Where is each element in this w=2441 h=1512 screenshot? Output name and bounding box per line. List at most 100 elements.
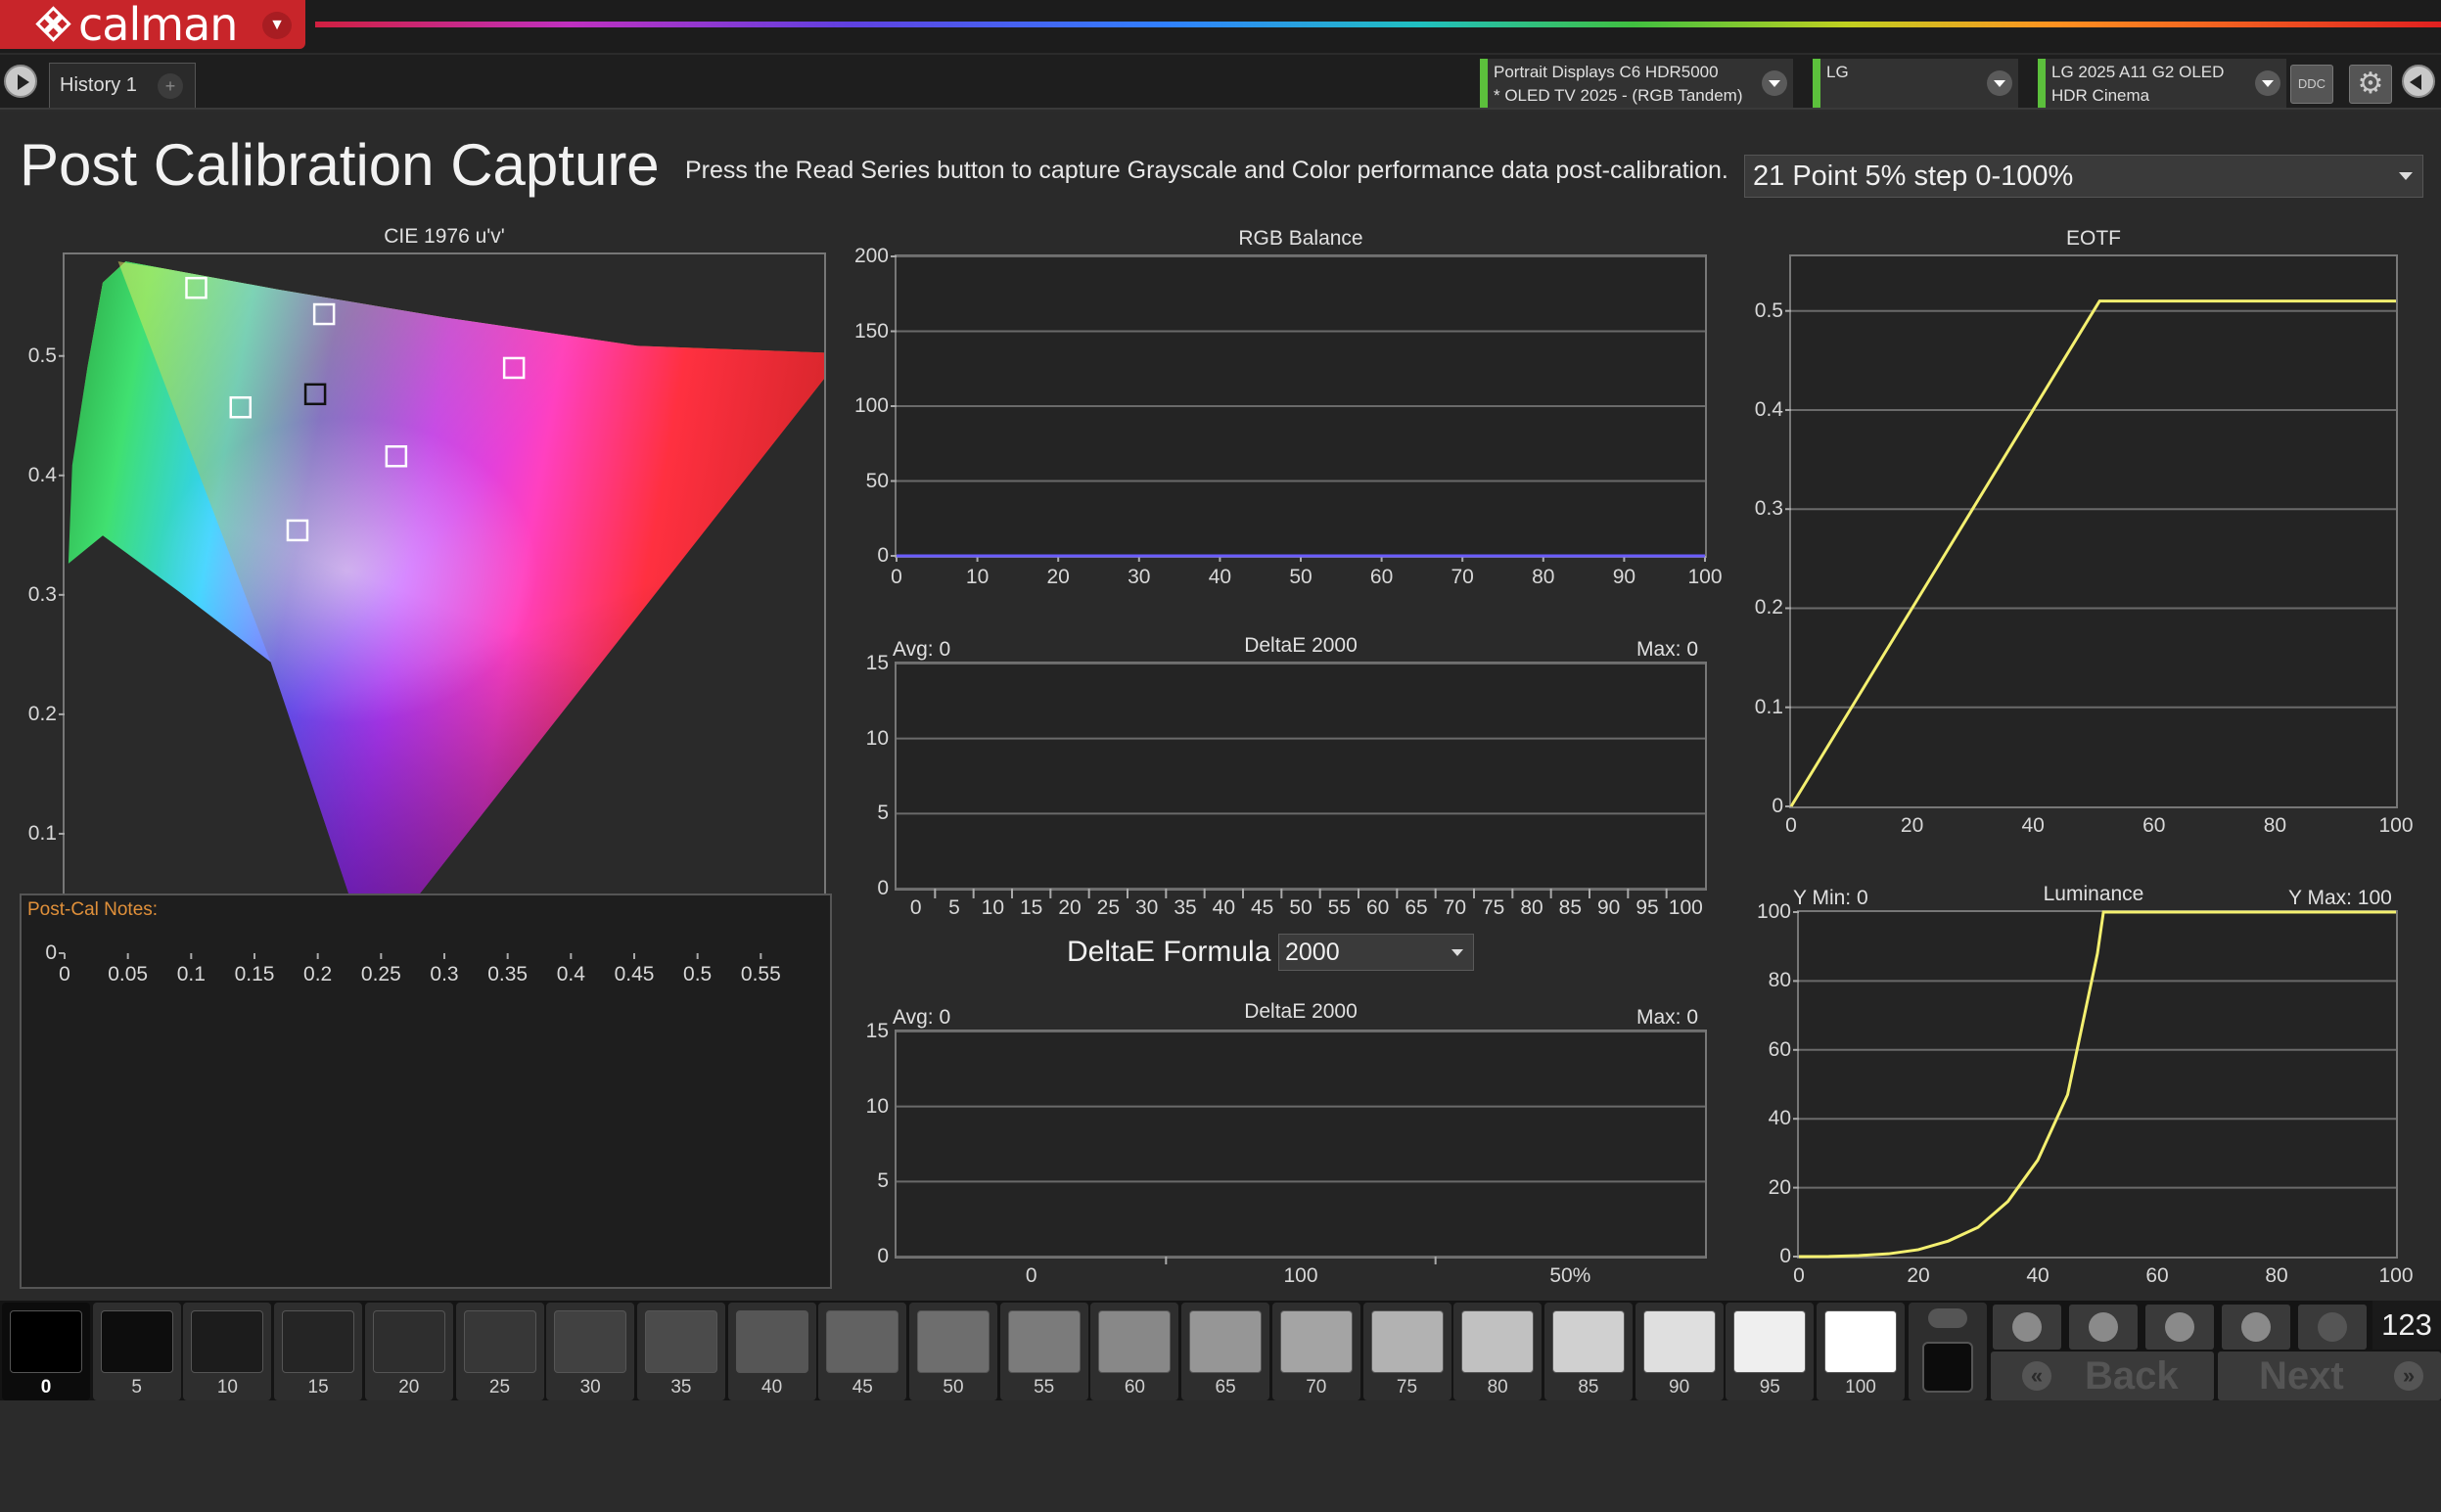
chevron-down-icon[interactable]: ▼	[262, 12, 292, 39]
swatch-80[interactable]: 80	[1453, 1303, 1543, 1400]
refresh-icon	[2318, 1312, 2347, 1342]
swatch-30[interactable]: 30	[546, 1303, 635, 1400]
swatch-90[interactable]: 90	[1635, 1303, 1724, 1400]
swatch-color	[735, 1310, 808, 1373]
gear-icon[interactable]: ⚙	[2349, 65, 2392, 104]
y-tick-label: 0.1	[1754, 695, 1783, 718]
x-tick-label: 10	[965, 566, 990, 588]
meter-device-select[interactable]: LG	[1813, 59, 2018, 108]
x-tick-label: 0.55	[740, 963, 781, 985]
source-device-select[interactable]: Portrait Displays C6 HDR5000 * OLED TV 2…	[1480, 59, 1793, 108]
swatch-40[interactable]: 40	[727, 1303, 816, 1400]
swatch-color	[1733, 1310, 1807, 1373]
swatch-70[interactable]: 70	[1271, 1303, 1360, 1400]
x-tick-label: 100	[1283, 1264, 1318, 1287]
swatch-15[interactable]: 15	[274, 1303, 363, 1400]
swatch-color	[554, 1310, 627, 1373]
y-tick-label: 0.2	[27, 702, 57, 725]
y-tick-label: 10	[865, 726, 889, 750]
app-menu-button[interactable]: calman ▼	[0, 0, 305, 49]
swatch-5[interactable]: 5	[92, 1303, 181, 1400]
stop-icon[interactable]	[1922, 1342, 1973, 1393]
y-tick-label: 150	[853, 319, 889, 343]
y-tick-label: 100	[1756, 900, 1791, 923]
x-tick-label: 80	[1532, 566, 1555, 588]
swatch-35[interactable]: 35	[636, 1303, 725, 1400]
x-tick-label: 20	[1907, 1264, 1930, 1287]
swatch-color	[1551, 1310, 1625, 1373]
play-sidebar-button[interactable]	[4, 65, 37, 98]
swatch-0[interactable]: 0	[2, 1303, 90, 1400]
y-tick-label: 60	[1768, 1037, 1791, 1061]
read-series-button[interactable]	[2069, 1305, 2138, 1350]
swatch-65[interactable]: 65	[1181, 1303, 1270, 1400]
swatch-55[interactable]: 55	[999, 1303, 1088, 1400]
display-device-select[interactable]: LG 2025 A11 G2 OLED HDR Cinema	[2038, 59, 2286, 108]
swatch-75[interactable]: 75	[1362, 1303, 1451, 1400]
color-target	[502, 356, 526, 380]
x-tick-label: 70	[1451, 566, 1474, 588]
swatch-label: 50	[943, 1377, 964, 1397]
color-target	[385, 445, 408, 468]
swatch-85[interactable]: 85	[1543, 1303, 1633, 1400]
x-tick-label: 90	[1612, 566, 1636, 588]
y-tick-label: 0.3	[1754, 497, 1783, 521]
x-tick-label: 100	[2378, 1264, 2414, 1287]
swatch-color	[372, 1310, 445, 1373]
tab-history-1[interactable]: History 1 +	[49, 63, 196, 108]
swatch-45[interactable]: 45	[818, 1303, 907, 1400]
y-tick-label: 0.4	[1754, 397, 1783, 421]
back-button[interactable]: « Back	[1991, 1352, 2214, 1400]
swatch-60[interactable]: 60	[1090, 1303, 1179, 1400]
swatch-color	[917, 1310, 990, 1373]
swatch-label: 80	[1487, 1377, 1508, 1397]
swatch-label: 90	[1669, 1377, 1690, 1397]
x-tick-label: 60	[2145, 1264, 2169, 1287]
swatch-10[interactable]: 10	[183, 1303, 272, 1400]
swatch-label: 70	[1306, 1377, 1327, 1397]
swatch-color	[1098, 1310, 1172, 1373]
refresh-button[interactable]	[2298, 1305, 2367, 1350]
y-tick-label: 50	[865, 469, 889, 492]
eotf-line	[1789, 299, 2396, 807]
swatch-label: 100	[1845, 1377, 1876, 1397]
swatch-label: 0	[40, 1377, 52, 1397]
chevron-down-icon[interactable]	[2255, 70, 2280, 96]
swatch-95[interactable]: 95	[1726, 1303, 1815, 1400]
x-tick-label: 0	[1793, 1264, 1805, 1287]
color-target	[229, 395, 253, 419]
chevron-down-icon[interactable]	[1762, 70, 1787, 96]
read-single-button[interactable]	[2145, 1305, 2214, 1350]
white-point-target	[303, 383, 327, 406]
swatch-color	[1189, 1310, 1263, 1373]
rainbow-bar	[315, 22, 2441, 27]
chart-marks-layer	[59, 255, 2396, 1264]
ddc-button[interactable]: DDC	[2290, 65, 2333, 104]
swatch-label: 15	[307, 1377, 329, 1397]
continuous-button[interactable]	[2222, 1305, 2290, 1350]
y-tick-label: 15	[865, 652, 889, 674]
swatch-100[interactable]: 100	[1817, 1303, 1905, 1400]
x-tick-label: 50%	[1549, 1264, 1591, 1287]
chevron-down-icon[interactable]	[1987, 70, 2012, 96]
chevron-up-icon[interactable]	[1928, 1308, 1967, 1328]
swatch-color	[1642, 1310, 1716, 1373]
swatch-color	[191, 1310, 264, 1373]
swatch-label: 10	[216, 1377, 238, 1397]
stop-button[interactable]	[1993, 1305, 2061, 1350]
x-tick-label: 0	[891, 566, 902, 588]
x-tick-label: 20	[1046, 566, 1070, 588]
y-tick-label: 5	[877, 1169, 889, 1193]
next-button[interactable]: Next »	[2218, 1352, 2441, 1400]
luminance-line	[1798, 910, 2396, 1259]
device-name: LG	[1826, 63, 1849, 81]
x-tick-label: 40	[2026, 1264, 2050, 1287]
swatch-50[interactable]: 50	[909, 1303, 997, 1400]
x-tick-label: 50	[1289, 566, 1313, 588]
chevron-left-icon[interactable]	[2402, 65, 2435, 98]
device-name: LG 2025 A11 G2 OLED	[2051, 63, 2225, 81]
tab-label: History 1	[60, 74, 137, 96]
swatch-20[interactable]: 20	[364, 1303, 453, 1400]
swatch-25[interactable]: 25	[455, 1303, 544, 1400]
add-tab-button[interactable]: +	[158, 73, 183, 99]
